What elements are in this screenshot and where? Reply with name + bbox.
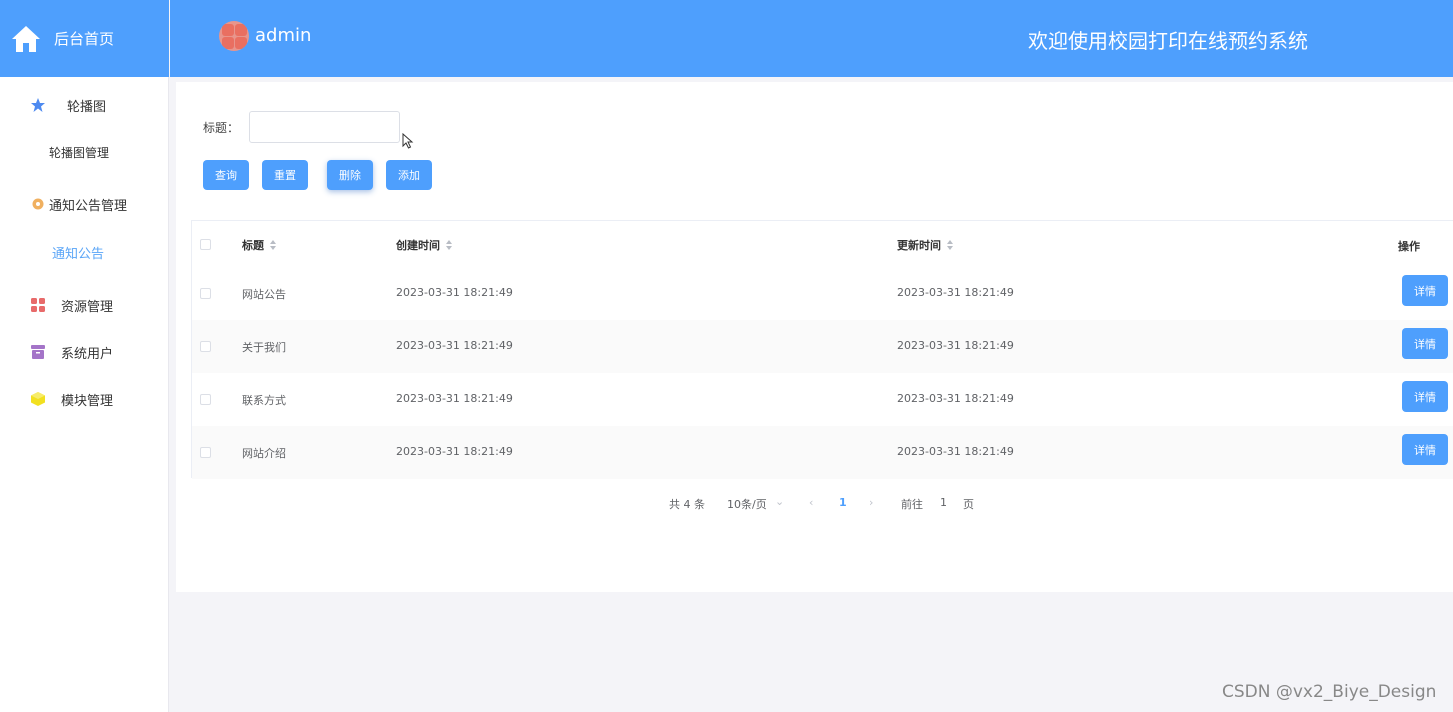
next-page-icon[interactable]: › (869, 496, 873, 509)
sidebar-subitem-label: 轮播图管理 (49, 146, 110, 160)
title-search-label: 标题： (203, 121, 240, 135)
goto-page-input[interactable]: 1 (940, 496, 947, 509)
detail-button[interactable]: 详情 (1402, 381, 1448, 412)
content-panel: 标题： 查询 重置 删除 添加 标题 创建时间 更新时间 操作 网站公告 202… (176, 82, 1453, 592)
column-created[interactable]: 创建时间 (396, 237, 453, 253)
column-label: 更新时间 (897, 239, 941, 252)
admin-name[interactable]: admin (255, 25, 311, 46)
sidebar-subitem-carousel-manage[interactable]: 轮播图管理 (0, 144, 169, 162)
cube-icon (31, 392, 45, 406)
pagination-total: 共 4 条 (669, 498, 705, 511)
mouse-cursor-icon (402, 133, 414, 149)
avatar[interactable] (219, 21, 249, 51)
watermark: CSDN @vx2_Biye_Design (1222, 682, 1437, 702)
row-title: 联系方式 (242, 394, 286, 407)
sidebar-item-system-user[interactable]: 系统用户 (0, 342, 169, 362)
row-updated: 2023-03-31 18:21:49 (897, 339, 1014, 352)
sort-icon[interactable] (446, 240, 453, 250)
sidebar: 轮播图 轮播图管理 通知公告管理 通知公告 资源管理 系统用户 模块管理 (0, 77, 169, 712)
home-link[interactable]: 后台首页 (0, 0, 169, 77)
title-search-input[interactable] (249, 111, 400, 143)
table-row: 关于我们 2023-03-31 18:21:49 2023-03-31 18:2… (192, 320, 1453, 373)
detail-button[interactable]: 详情 (1402, 275, 1448, 306)
sidebar-item-label: 资源管理 (61, 299, 114, 315)
row-checkbox[interactable] (200, 341, 211, 352)
column-label: 操作 (1398, 240, 1420, 253)
column-title[interactable]: 标题 (242, 237, 277, 253)
row-title: 网站介绍 (242, 447, 286, 460)
home-icon (12, 25, 40, 52)
column-updated[interactable]: 更新时间 (897, 237, 954, 253)
row-created: 2023-03-31 18:21:49 (396, 286, 513, 299)
top-bar: admin 欢迎使用校园打印在线预约系统 (170, 0, 1453, 77)
row-updated: 2023-03-31 18:21:49 (897, 392, 1014, 405)
delete-button[interactable]: 删除 (327, 160, 373, 190)
table-row: 网站公告 2023-03-31 18:21:49 2023-03-31 18:2… (192, 267, 1453, 320)
reset-button[interactable]: 重置 (262, 160, 308, 190)
sidebar-item-module[interactable]: 模块管理 (0, 389, 169, 409)
chevron-down-icon[interactable]: ⌄ (775, 495, 784, 508)
table-header: 标题 创建时间 更新时间 操作 (192, 221, 1453, 267)
sidebar-item-label: 系统用户 (61, 346, 114, 362)
page-size-select[interactable]: 10条/页 (727, 496, 767, 512)
add-button[interactable]: 添加 (386, 160, 432, 190)
archive-icon (31, 345, 45, 359)
system-title: 欢迎使用校园打印在线预约系统 (1028, 29, 1308, 53)
detail-button[interactable]: 详情 (1402, 328, 1448, 359)
star-icon (31, 98, 45, 112)
row-updated: 2023-03-31 18:21:49 (897, 286, 1014, 299)
gear-icon (32, 198, 44, 210)
current-page[interactable]: 1 (839, 496, 847, 509)
select-all-checkbox[interactable] (200, 239, 211, 250)
row-checkbox[interactable] (200, 394, 211, 405)
query-button[interactable]: 查询 (203, 160, 249, 190)
sidebar-item-resource[interactable]: 资源管理 (0, 295, 169, 315)
row-title: 网站公告 (242, 288, 286, 301)
row-created: 2023-03-31 18:21:49 (396, 392, 513, 405)
sidebar-subitem-label: 通知公告 (52, 247, 105, 262)
home-label: 后台首页 (54, 30, 115, 48)
table-row: 网站介绍 2023-03-31 18:21:49 2023-03-31 18:2… (192, 426, 1453, 479)
sidebar-subitem-notice[interactable]: 通知公告 (0, 243, 169, 262)
goto-label: 前往 (901, 498, 923, 511)
row-created: 2023-03-31 18:21:49 (396, 339, 513, 352)
sidebar-item-notice-manage[interactable]: 通知公告管理 (0, 194, 169, 214)
sidebar-item-label: 通知公告管理 (49, 198, 128, 214)
sidebar-item-carousel[interactable]: 轮播图 (0, 95, 169, 115)
column-label: 创建时间 (396, 239, 440, 252)
sort-icon[interactable] (947, 240, 954, 250)
sort-icon[interactable] (270, 240, 277, 250)
row-checkbox[interactable] (200, 288, 211, 299)
sidebar-item-label: 模块管理 (61, 393, 114, 409)
page-unit-label: 页 (963, 498, 974, 511)
row-created: 2023-03-31 18:21:49 (396, 445, 513, 458)
notice-table: 标题 创建时间 更新时间 操作 网站公告 2023-03-31 18:21:49… (191, 220, 1453, 479)
detail-button[interactable]: 详情 (1402, 434, 1448, 465)
column-action: 操作 (1398, 238, 1420, 254)
row-checkbox[interactable] (200, 447, 211, 458)
grid-icon (31, 298, 45, 312)
column-label: 标题 (242, 239, 264, 252)
row-title: 关于我们 (242, 341, 286, 354)
table-row: 联系方式 2023-03-31 18:21:49 2023-03-31 18:2… (192, 373, 1453, 426)
sidebar-item-label: 轮播图 (67, 99, 107, 115)
prev-page-icon[interactable]: ‹ (809, 496, 813, 509)
row-updated: 2023-03-31 18:21:49 (897, 445, 1014, 458)
